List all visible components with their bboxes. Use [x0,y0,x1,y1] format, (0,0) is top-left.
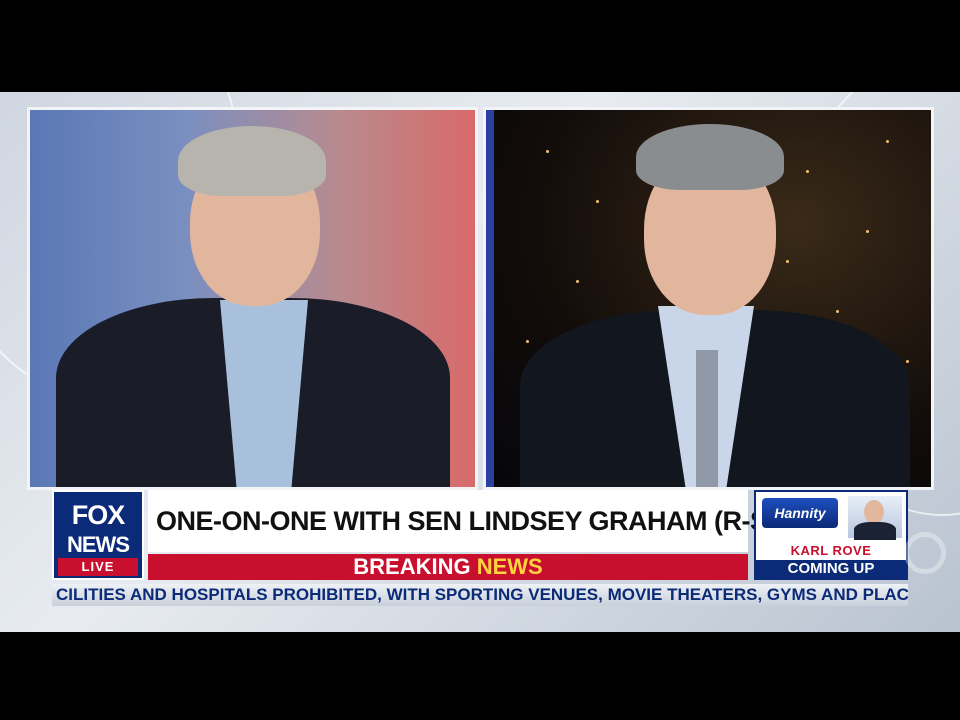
logo-line1: FOX [71,500,126,530]
live-badge: LIVE [58,558,138,576]
guest-thumbnail [848,496,902,540]
breaking-word: BREAKING [353,554,471,579]
breaking-news-bar: BREAKING NEWS [148,554,748,580]
news-word: NEWS [476,554,543,579]
guest-video-panel [27,107,478,490]
logo-line2: NEWS [67,532,130,557]
news-ticker: CILITIES AND HOSPITALS PROHIBITED, WITH … [52,584,908,606]
lower-third: FOX NEWS LIVE ONE-ON-ONE WITH SEN LINDSE… [52,490,908,608]
promo-guest-name: KARL ROVE [790,543,872,558]
watermark-icon [904,532,946,574]
network-logo: FOX NEWS LIVE [52,490,144,580]
guest-figure [30,110,475,487]
video-frame: FOX NEWS LIVE ONE-ON-ONE WITH SEN LINDSE… [0,0,960,720]
coming-up-label: COMING UP [756,560,906,578]
headline: ONE-ON-ONE WITH SEN LINDSEY GRAHAM (R-SC… [148,490,796,552]
host-video-panel [483,107,934,490]
show-logo: Hannity [762,498,838,528]
host-figure [486,110,931,487]
coming-up-promo: Hannity KARL ROVE COMING UP [754,490,908,580]
